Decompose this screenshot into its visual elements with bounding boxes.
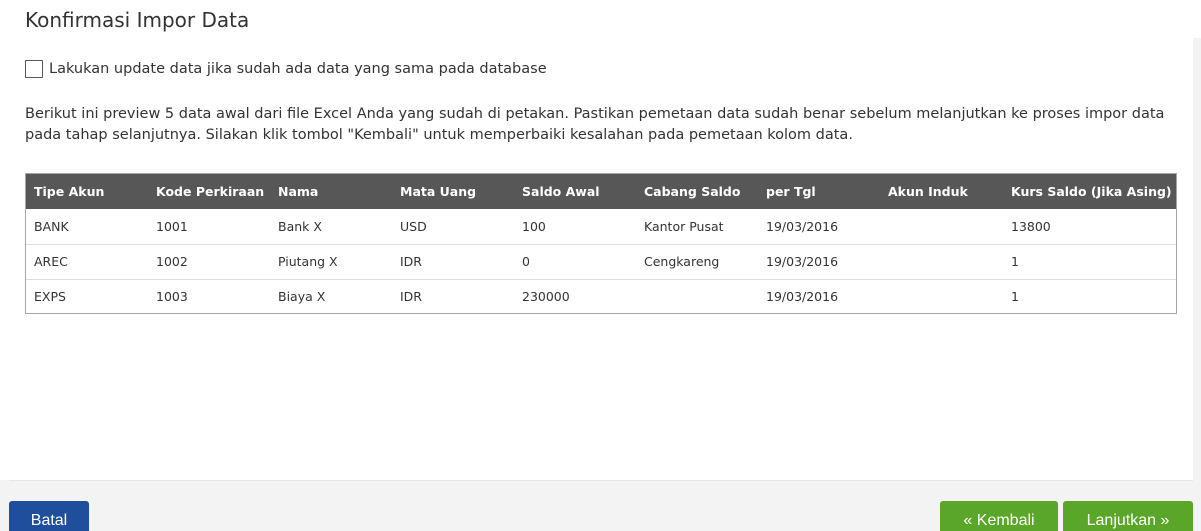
cell-per-tgl: 19/03/2016	[766, 289, 839, 305]
header-cabang-saldo: Cabang Saldo	[644, 184, 741, 199]
table-row: BANK 1001 Bank X USD 100 Kantor Pusat 19…	[26, 209, 1176, 244]
preview-table-container: Tipe Akun Kode Perkiraan Nama Mata Uang …	[25, 173, 1177, 314]
cell-per-tgl: 19/03/2016	[766, 254, 839, 269]
page-title: Konfirmasi Impor Data	[25, 8, 250, 32]
cell-cabang-saldo: Kantor Pusat	[644, 218, 724, 234]
update-checkbox[interactable]	[25, 60, 43, 78]
right-strip	[1193, 0, 1201, 531]
cell-tipe-akun: EXPS	[34, 289, 66, 305]
header-saldo-awal: Saldo Awal	[522, 184, 600, 199]
cell-akun-induk	[880, 279, 1003, 314]
header-kode-perkiraan: Kode Perkiraan	[156, 184, 265, 199]
header-nama: Nama	[278, 184, 319, 199]
cell-kurs-saldo: 1	[1011, 289, 1019, 305]
cell-akun-induk	[880, 209, 1003, 244]
header-tipe-akun: Tipe Akun	[34, 184, 105, 199]
import-confirmation-page: Konfirmasi Impor Data Lakukan update dat…	[0, 0, 1201, 531]
cell-kode-perkiraan: 1002	[156, 254, 188, 269]
back-button[interactable]: « Kembali	[940, 501, 1058, 531]
cell-mata-uang: IDR	[400, 289, 422, 305]
cell-mata-uang: USD	[400, 218, 427, 234]
cell-cabang-saldo: Cengkareng	[644, 254, 720, 269]
cell-kode-perkiraan: 1001	[156, 218, 188, 234]
header-per-tgl: per Tgl	[766, 184, 816, 199]
cell-saldo-awal: 100	[522, 218, 546, 234]
header-kurs-saldo: Kurs Saldo (Jika Asing)	[1011, 184, 1172, 199]
preview-description: Berikut ini preview 5 data awal dari fil…	[25, 106, 1165, 143]
table-row: EXPS 1003 Biaya X IDR 230000 19/03/2016 …	[26, 279, 1176, 314]
table-header-row: Tipe Akun Kode Perkiraan Nama Mata Uang …	[26, 174, 1176, 209]
update-option-row[interactable]: Lakukan update data jika sudah ada data …	[25, 59, 547, 79]
cell-cabang-saldo	[636, 279, 758, 314]
cell-per-tgl: 19/03/2016	[766, 218, 839, 234]
cell-nama: Piutang X	[278, 254, 338, 269]
header-mata-uang: Mata Uang	[400, 184, 477, 199]
cell-mata-uang: IDR	[400, 254, 422, 269]
cell-tipe-akun: AREC	[34, 254, 68, 269]
continue-button[interactable]: Lanjutkan »	[1063, 501, 1193, 531]
preview-table: Tipe Akun Kode Perkiraan Nama Mata Uang …	[26, 174, 1176, 314]
right-strip-top	[1189, 0, 1201, 38]
cell-kurs-saldo: 1	[1011, 254, 1019, 269]
cell-tipe-akun: BANK	[34, 218, 69, 234]
header-akun-induk: Akun Induk	[888, 184, 968, 199]
cell-kurs-saldo: 13800	[1011, 218, 1051, 234]
cell-saldo-awal: 0	[522, 254, 530, 269]
cancel-button[interactable]: Batal	[9, 501, 89, 531]
cell-akun-induk	[880, 244, 1003, 279]
update-checkbox-label[interactable]: Lakukan update data jika sudah ada data …	[49, 61, 547, 77]
table-row: AREC 1002 Piutang X IDR 0 Cengkareng 19/…	[26, 244, 1176, 279]
left-edge	[0, 0, 9, 480]
cell-nama: Biaya X	[278, 289, 326, 305]
cell-kode-perkiraan: 1003	[156, 289, 188, 305]
cell-nama: Bank X	[278, 218, 322, 234]
cell-saldo-awal: 230000	[522, 289, 570, 305]
